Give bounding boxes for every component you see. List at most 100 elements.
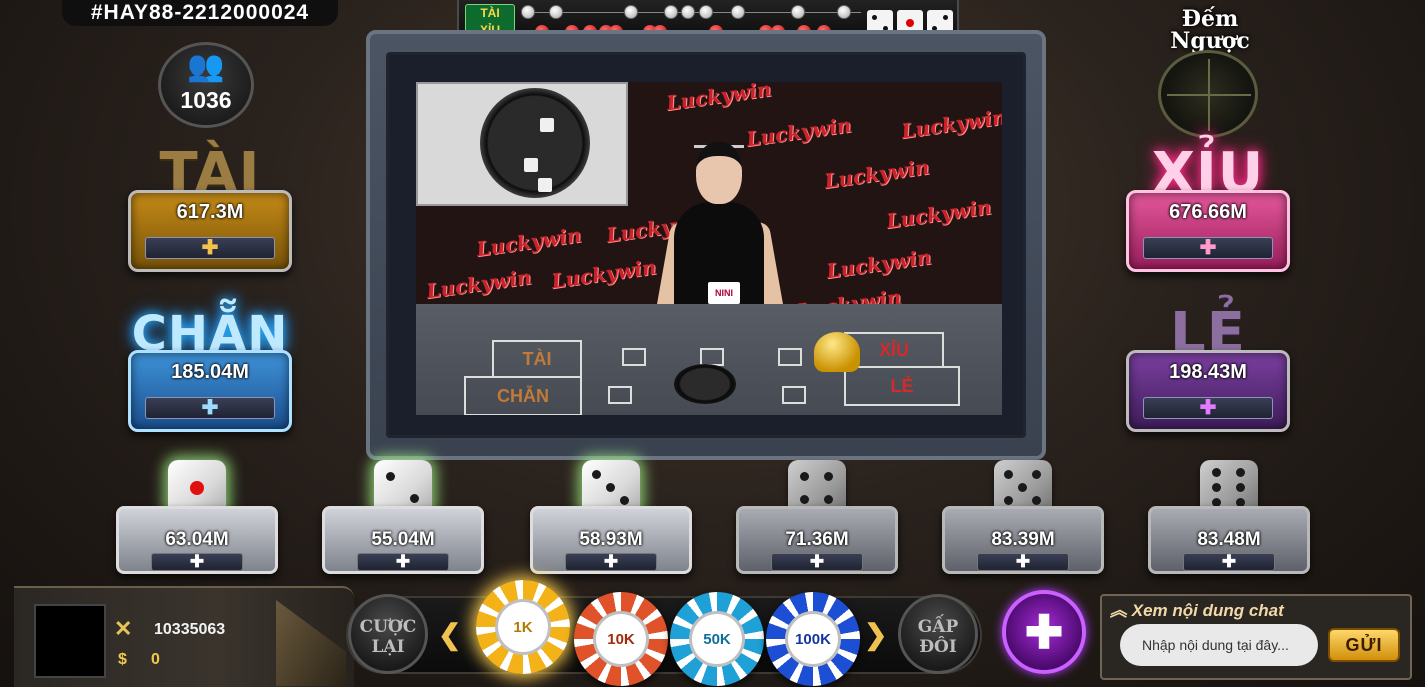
chip-1k[interactable]: 1K: [476, 580, 570, 674]
dice-bet-6[interactable]: 83.48M ✚: [1144, 460, 1314, 576]
bet-xiu-add-button[interactable]: ✚: [1143, 237, 1273, 259]
plus-icon: ✚: [395, 552, 411, 571]
plus-icon: ✚: [201, 397, 219, 419]
bet-le[interactable]: LẺ 198.43M ✚: [1118, 306, 1298, 432]
rebet-label-2: LẠI: [371, 637, 405, 657]
dice-bet-1-plate[interactable]: 63.04M ✚: [116, 506, 278, 574]
bowl-die: [524, 158, 538, 172]
add-funds-button[interactable]: ✚: [1002, 590, 1086, 674]
bet-le-add-button[interactable]: ✚: [1143, 397, 1273, 419]
plus-icon: ✚: [201, 237, 219, 259]
brand-logo: Luckywin: [899, 104, 1002, 144]
bet-xiu[interactable]: XỈU 676.66M ✚: [1118, 146, 1298, 272]
dice-bet-4[interactable]: 71.36M ✚: [732, 460, 902, 576]
plus-icon: ✚: [189, 552, 205, 571]
bet-le-plate[interactable]: 198.43M ✚: [1126, 350, 1290, 432]
plus-icon: ✚: [1024, 606, 1064, 658]
history-bead-white: [549, 5, 563, 19]
dice-bet-1-add-button[interactable]: ✚: [151, 553, 243, 571]
table-chan: CHẴN: [464, 376, 582, 415]
chip-next-arrow-icon[interactable]: ❯: [864, 618, 887, 651]
chat-input[interactable]: [1120, 624, 1318, 666]
bet-tai-add-button[interactable]: ✚: [145, 237, 275, 259]
money-symbol: $: [118, 651, 127, 668]
dice-bet-1[interactable]: 63.04M ✚: [112, 460, 282, 576]
dice-bet-2[interactable]: 55.04M ✚: [318, 460, 488, 576]
dice-bet-6-add-button[interactable]: ✚: [1183, 553, 1275, 571]
dice-bet-3-add-button[interactable]: ✚: [565, 553, 657, 571]
dice-bet-6-plate[interactable]: 83.48M ✚: [1148, 506, 1310, 574]
double-bet-button[interactable]: GẤP ĐÔI: [898, 594, 978, 674]
bet-xiu-amount: 676.66M: [1169, 201, 1247, 223]
chip-100k-label: 100K: [785, 611, 841, 667]
chat-toggle[interactable]: ︽ Xem nội dung chat: [1110, 596, 1410, 620]
bet-tai-plate[interactable]: 617.3M ✚: [128, 190, 292, 272]
vip-rank-icon: ✕: [114, 616, 133, 641]
avatar[interactable]: [34, 604, 106, 678]
plus-icon: ✚: [1221, 552, 1237, 571]
double-label-2: ĐÔI: [919, 637, 957, 657]
chat-send-button[interactable]: GỬI: [1328, 628, 1400, 662]
dice-bet-3-plate[interactable]: 58.93M ✚: [530, 506, 692, 574]
live-dealer-video: Luckywin Luckywin Luckywin Luckywin Luck…: [416, 82, 1002, 415]
table-die-mark: [608, 386, 632, 404]
table-die-mark: [622, 348, 646, 366]
bowl-camera-inset: [416, 82, 628, 206]
history-bead-white: [731, 5, 745, 19]
plus-icon: ✚: [1199, 397, 1217, 419]
brand-logo: Luckywin: [744, 112, 853, 152]
bet-tai-amount: 617.3M: [176, 201, 244, 223]
plus-icon: ✚: [1199, 237, 1217, 259]
countdown-label: Đếm Ngược: [1170, 6, 1250, 54]
plus-icon: ✚: [809, 552, 825, 571]
countdown-timer: [1158, 50, 1258, 138]
dice-bet-5-add-button[interactable]: ✚: [977, 553, 1069, 571]
player-count-badge: 👥 1036: [158, 42, 254, 128]
dice-bet-2-plate[interactable]: 55.04M ✚: [322, 506, 484, 574]
dice-bet-2-add-button[interactable]: ✚: [357, 553, 449, 571]
dice-bet-5[interactable]: 83.39M ✚: [938, 460, 1108, 576]
dice-bet-3[interactable]: 58.93M ✚: [526, 460, 696, 576]
bet-chan-plate[interactable]: 185.04M ✚: [128, 350, 292, 432]
chip-100k[interactable]: 100K: [766, 592, 860, 686]
dice-bowl: [480, 88, 590, 198]
dealer-head: [696, 142, 742, 204]
session-id: #HAY88-2212000024: [62, 0, 338, 26]
chat-toggle-label: Xem nội dung chat: [1131, 601, 1284, 620]
bet-tai[interactable]: TÀI 617.3M ✚: [120, 146, 300, 272]
dice-bet-5-amount: 83.39M: [991, 529, 1055, 550]
dice-bet-3-amount: 58.93M: [579, 529, 643, 550]
bowl-die: [538, 178, 552, 192]
dice-bet-4-amount: 71.36M: [785, 529, 849, 550]
table-die-mark: [778, 348, 802, 366]
bet-chan[interactable]: CHẴN 185.04M ✚: [120, 306, 300, 432]
rebet-label-1: CƯỢC: [359, 617, 417, 637]
history-bead-white: [681, 5, 695, 19]
brand-logo: Luckywin: [664, 82, 773, 116]
brand-logo: Luckywin: [822, 154, 931, 194]
history-bead-white: [699, 5, 713, 19]
history-label-tai: TÀI: [480, 6, 500, 20]
bet-chan-add-button[interactable]: ✚: [145, 397, 275, 419]
dice-plate: [674, 364, 736, 404]
history-bead-white: [791, 5, 805, 19]
history-bead-white: [837, 5, 851, 19]
table-le: LẺ: [844, 366, 960, 406]
users-icon: 👥: [187, 50, 225, 83]
table-tai: TÀI: [492, 340, 582, 378]
rebet-button[interactable]: CƯỢC LẠI: [348, 594, 428, 674]
dice-bet-4-add-button[interactable]: ✚: [771, 553, 863, 571]
chip-50k[interactable]: 50K: [670, 592, 764, 686]
chip-10k[interactable]: 10K: [574, 592, 668, 686]
user-balance: 10335063: [154, 621, 226, 638]
bet-xiu-plate[interactable]: 676.66M ✚: [1126, 190, 1290, 272]
dice-bet-4-plate[interactable]: 71.36M ✚: [736, 506, 898, 574]
chip-50k-label: 50K: [689, 611, 745, 667]
plus-icon: ✚: [603, 552, 619, 571]
dealer-name-tag: NINI: [708, 282, 740, 304]
chip-prev-arrow-icon[interactable]: ❮: [438, 618, 461, 651]
dice-bet-5-plate[interactable]: 83.39M ✚: [942, 506, 1104, 574]
chip-10k-label: 10K: [593, 611, 649, 667]
history-bead-white: [624, 5, 638, 19]
history-bead-white: [664, 5, 678, 19]
